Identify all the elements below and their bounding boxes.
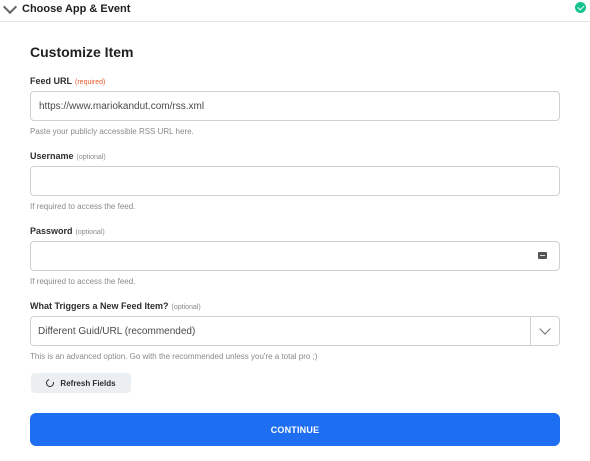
- password-input[interactable]: [30, 241, 560, 271]
- optional-badge: (optional): [171, 304, 201, 311]
- refresh-icon: [44, 377, 56, 389]
- feed-url-label-text: Feed URL: [30, 76, 73, 86]
- required-badge: (required): [75, 79, 106, 86]
- feed-url-value: https://www.mariokandut.com/rss.xml: [39, 100, 205, 112]
- feed-url-label: Feed URL (required): [30, 76, 105, 86]
- feed-url-help: Paste your publicly accessible RSS URL h…: [30, 127, 194, 136]
- chevron-down-icon[interactable]: [2, 0, 18, 15]
- username-input[interactable]: [30, 166, 560, 196]
- trigger-label: What Triggers a New Feed Item? (optional): [30, 301, 201, 311]
- continue-button[interactable]: CONTINUE: [30, 413, 560, 446]
- password-help: If required to access the feed.: [30, 277, 136, 286]
- password-manager-icon[interactable]: [538, 252, 547, 259]
- trigger-label-text: What Triggers a New Feed Item?: [30, 301, 169, 311]
- optional-badge: (optional): [76, 154, 106, 161]
- refresh-fields-label: Refresh Fields: [60, 378, 116, 388]
- password-label: Password (optional): [30, 226, 105, 236]
- dropdown-toggle[interactable]: [531, 317, 559, 345]
- trigger-help: This is an advanced option. Go with the …: [30, 352, 318, 361]
- section-title: Customize Item: [30, 44, 134, 60]
- optional-badge: (optional): [75, 229, 105, 236]
- step-header[interactable]: Choose App & Event: [0, 0, 590, 22]
- trigger-selected-value: Different Guid/URL (recommended): [38, 325, 196, 337]
- username-help: If required to access the feed.: [30, 202, 136, 211]
- step-title: Choose App & Event: [22, 3, 131, 15]
- refresh-fields-button[interactable]: Refresh Fields: [31, 373, 131, 393]
- username-label-text: Username: [30, 151, 74, 161]
- chevron-down-icon: [539, 323, 551, 335]
- trigger-select[interactable]: Different Guid/URL (recommended): [30, 316, 560, 346]
- username-label: Username (optional): [30, 151, 106, 161]
- check-circle-icon: [575, 2, 586, 13]
- password-label-text: Password: [30, 226, 73, 236]
- feed-url-input[interactable]: https://www.mariokandut.com/rss.xml: [30, 91, 560, 121]
